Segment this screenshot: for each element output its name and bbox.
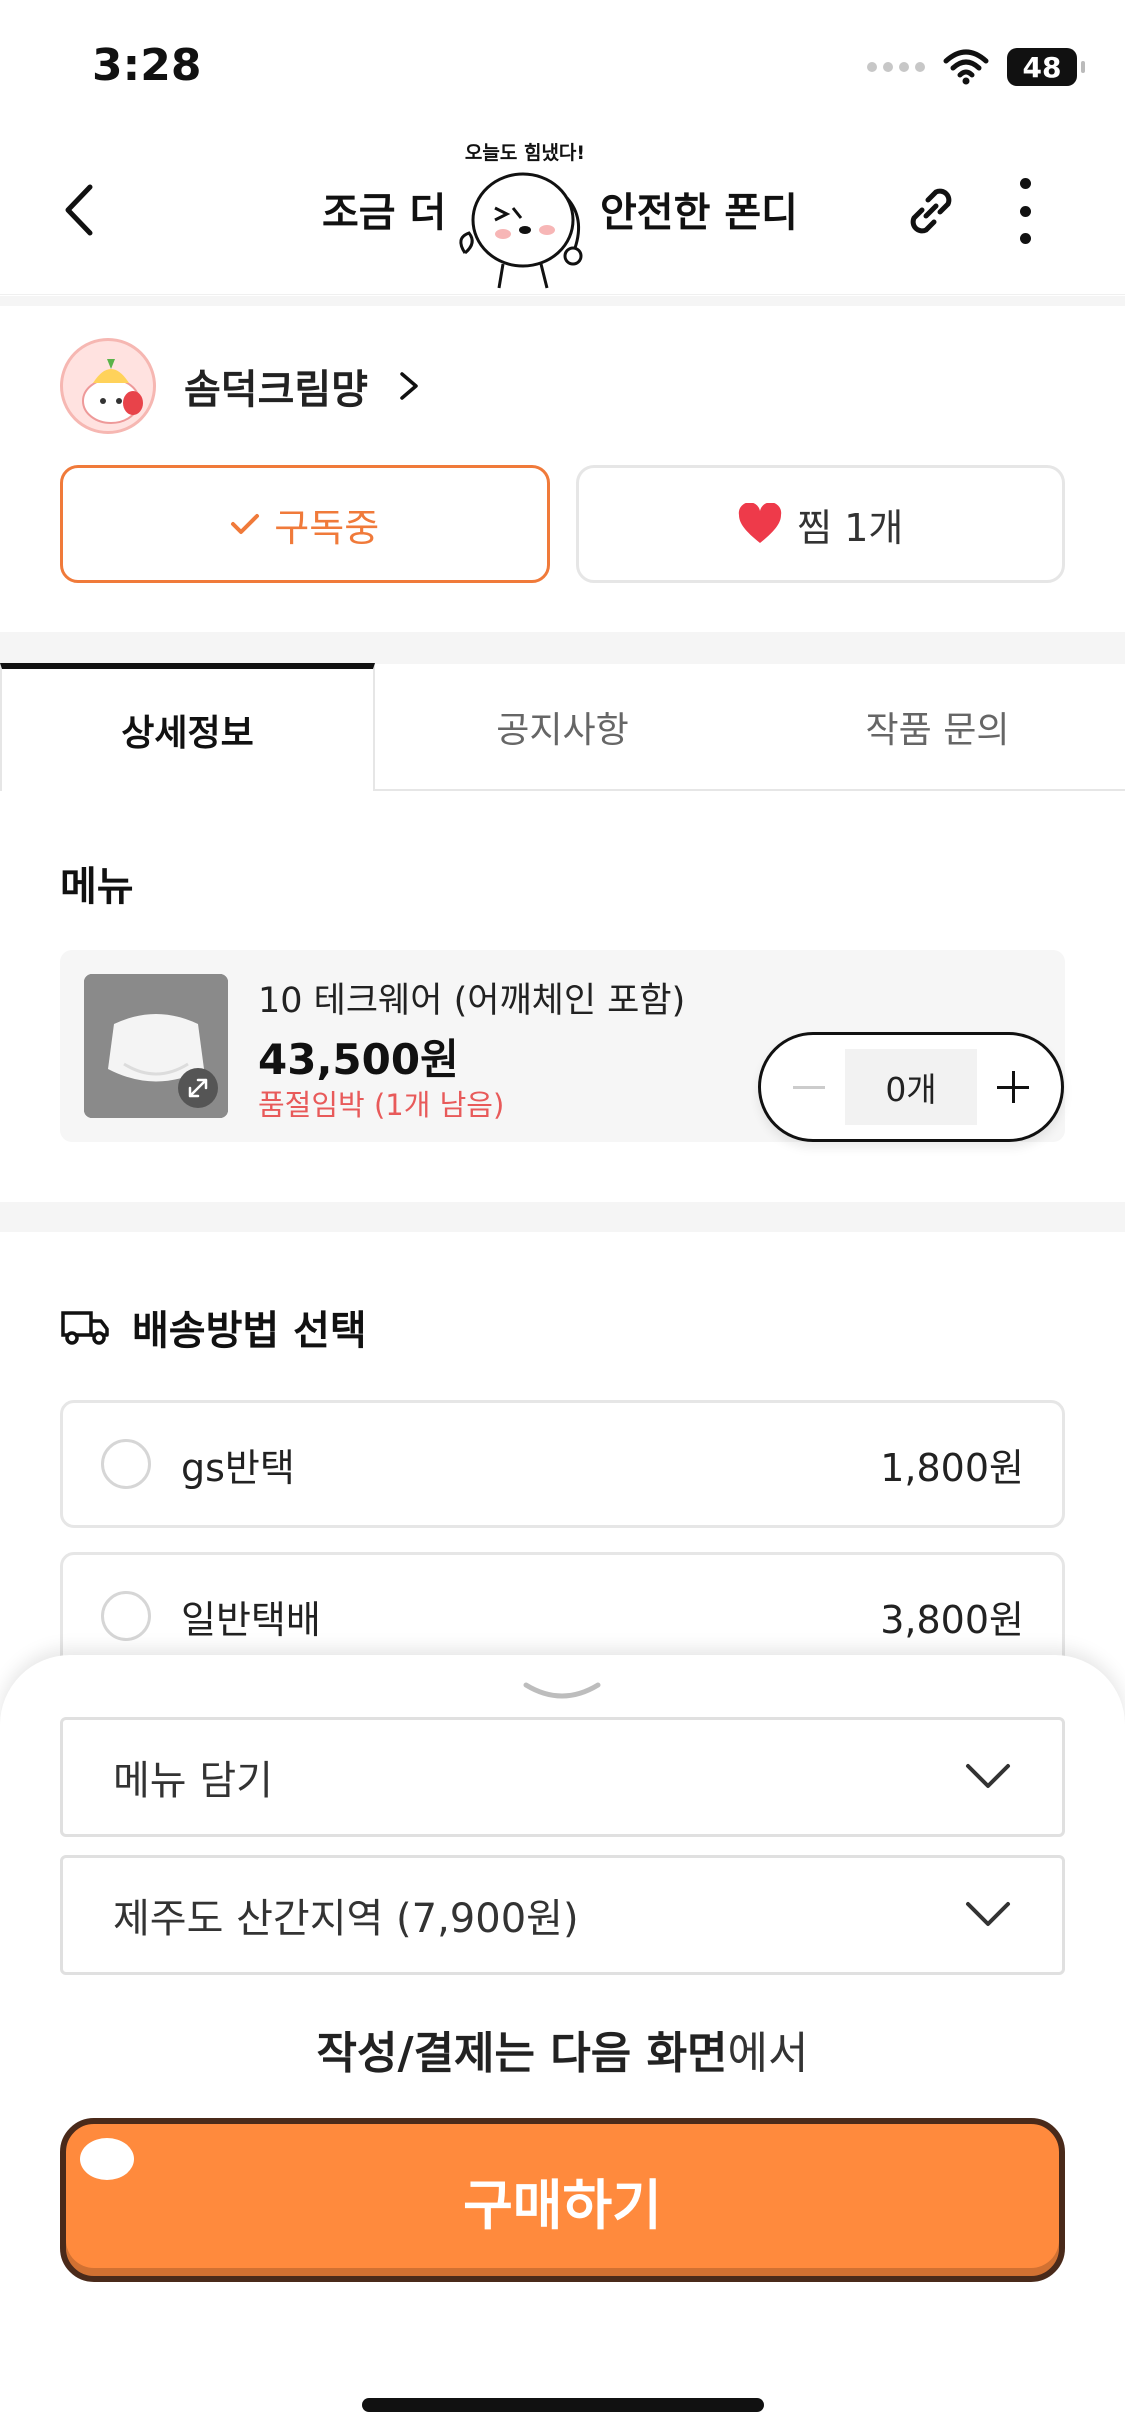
mascot-illustration: 오늘도 힘냈다! xyxy=(455,138,595,293)
divider xyxy=(0,632,1125,664)
status-time: 3:28 xyxy=(92,40,202,91)
status-icons: 48 xyxy=(867,48,1085,86)
radio-button[interactable] xyxy=(101,1591,151,1641)
product-thumbnail[interactable] xyxy=(84,974,228,1118)
heart-icon xyxy=(738,503,782,543)
delivery-option-name: gs반택 xyxy=(181,1445,295,1490)
delivery-option-name: 일반택배 xyxy=(181,1597,321,1642)
menu-item-price: 43,500원 xyxy=(258,1035,459,1084)
like-label: 찜 1개 xyxy=(797,505,904,550)
link-icon xyxy=(910,188,952,234)
header-title-right: 안전한 폰디 xyxy=(600,190,798,236)
chevron-right-icon xyxy=(400,372,418,400)
delivery-section-title: 배송방법 선택 xyxy=(60,1298,367,1356)
region-select[interactable]: 제주도 산간지역 (7,900원) xyxy=(60,1855,1065,1975)
checkout-note: 작성/결제는 다음 화면에서 xyxy=(0,2017,1125,2081)
header-title-left: 조금 더 xyxy=(322,190,447,236)
signal-dots-icon xyxy=(867,62,925,72)
action-buttons: 구독중 찜 1개 xyxy=(60,465,1065,583)
menu-select[interactable]: 메뉴 담기 xyxy=(60,1717,1065,1837)
delivery-option-gs[interactable]: gs반택 1,800원 xyxy=(60,1400,1065,1528)
seller-name: 솜덕크림먕 xyxy=(184,367,368,413)
delivery-option-price: 1,800원 xyxy=(880,1445,1024,1490)
subscribe-label: 구독중 xyxy=(274,505,380,550)
delivery-title-label: 배송방법 선택 xyxy=(132,1308,367,1354)
plus-icon[interactable] xyxy=(991,1065,1035,1109)
more-menu-button[interactable] xyxy=(1010,178,1040,244)
minus-icon[interactable] xyxy=(787,1065,831,1109)
buy-button-label: 구매하기 xyxy=(463,2173,662,2237)
back-chevron-icon xyxy=(65,184,93,236)
seller-profile[interactable]: 솜덕크림먕 xyxy=(60,338,422,434)
checkout-note-bold: 작성/결제는 다음 화면 xyxy=(316,2028,728,2079)
button-gloss xyxy=(80,2138,134,2180)
checkout-note-regular: 에서 xyxy=(727,2028,809,2079)
share-link-button[interactable] xyxy=(900,180,962,242)
sheet-handle-icon[interactable] xyxy=(522,1679,602,1707)
tab-inquiry[interactable]: 작품 문의 xyxy=(750,663,1125,791)
like-button[interactable]: 찜 1개 xyxy=(575,465,1065,583)
detail-tabs: 상세정보 공지사항 작품 문의 xyxy=(0,663,1125,791)
delivery-option-price: 3,800원 xyxy=(880,1597,1024,1642)
region-select-value: 제주도 산간지역 (7,900원) xyxy=(113,1896,579,1942)
tab-detail[interactable]: 상세정보 xyxy=(0,663,375,791)
tab-notice[interactable]: 공지사항 xyxy=(375,663,750,791)
home-indicator xyxy=(362,2398,764,2412)
stock-status: 품절임박 (1개 남음) xyxy=(258,1088,505,1122)
status-bar: 3:28 48 xyxy=(0,0,1125,130)
chevron-down-icon xyxy=(966,1764,1010,1788)
wifi-icon xyxy=(943,49,989,85)
menu-select-value: 메뉴 담기 xyxy=(113,1758,273,1804)
truck-icon xyxy=(61,1311,109,1345)
avatar xyxy=(60,338,156,434)
menu-section-title: 메뉴 xyxy=(60,864,134,910)
purchase-sheet: 메뉴 담기 제주도 산간지역 (7,900원) 작성/결제는 다음 화면에서 구… xyxy=(0,1655,1125,2436)
buy-button[interactable]: 구매하기 xyxy=(60,2118,1065,2282)
quantity-stepper: 0개 xyxy=(758,1032,1064,1142)
more-vertical-icon xyxy=(1019,178,1031,189)
radio-button[interactable] xyxy=(101,1439,151,1489)
check-icon xyxy=(231,514,260,534)
divider xyxy=(0,296,1125,306)
menu-item-name: 10 테크웨어 (어깨체인 포함) xyxy=(258,981,686,1021)
back-button[interactable] xyxy=(60,170,120,250)
battery-level: 48 xyxy=(1022,50,1062,84)
mascot-caption: 오늘도 힘냈다! xyxy=(464,142,586,164)
quantity-value[interactable]: 0개 xyxy=(845,1049,977,1125)
subscribe-button[interactable]: 구독중 xyxy=(60,465,550,583)
divider xyxy=(0,1202,1125,1232)
header: 조금 더 오늘도 힘냈다! 안전한 폰디 xyxy=(0,130,1125,295)
battery-icon: 48 xyxy=(1007,48,1085,86)
chevron-down-icon xyxy=(966,1902,1010,1926)
